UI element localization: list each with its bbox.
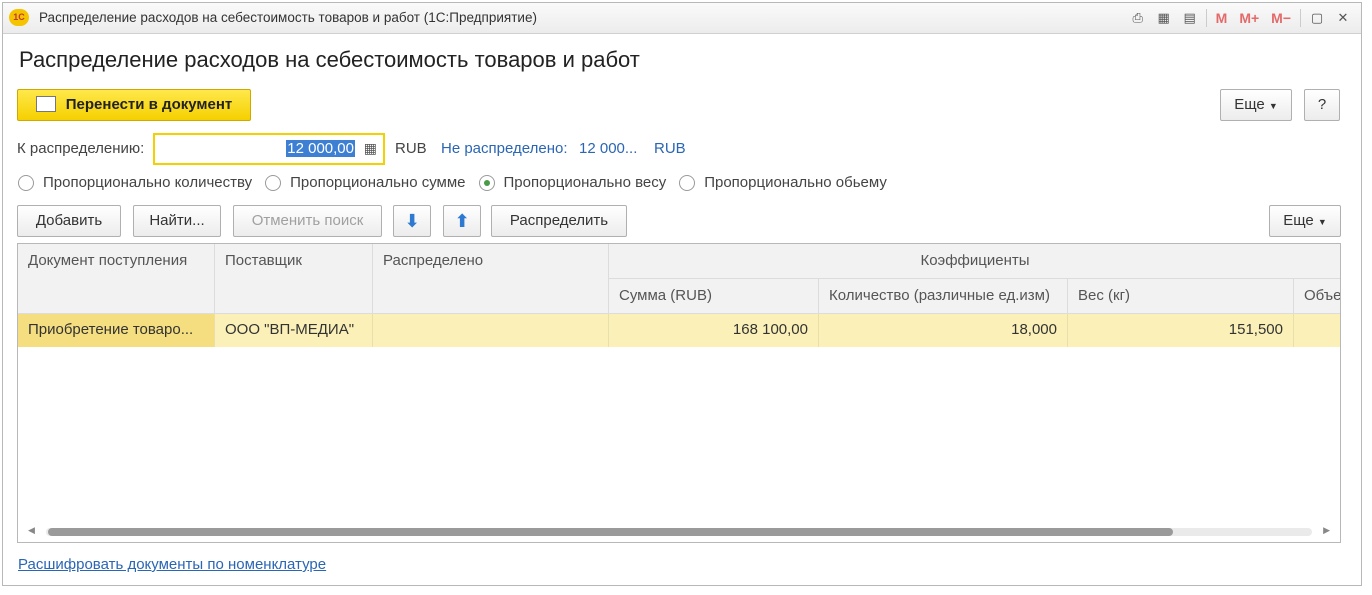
radio-by-weight[interactable]: Пропорционально весу [478,174,667,191]
memory-plus-button[interactable]: M+ [1236,8,1262,28]
memory-minus-button[interactable]: M− [1268,8,1294,28]
calculator-icon[interactable]: ▦ [364,140,377,157]
find-button[interactable]: Найти... [133,205,221,237]
close-icon[interactable]: ✕ [1333,8,1353,28]
separator [1300,9,1301,27]
amount-value: 12 000,00 [286,140,355,157]
cell-volume[interactable] [1294,314,1340,347]
1c-logo-icon: 1С [9,9,29,26]
maximize-icon[interactable]: ▢ [1307,8,1327,28]
radio-circle [679,174,696,191]
header-volume[interactable]: Объе [1294,279,1340,314]
radio-by-sum[interactable]: Пропорционально сумме [265,174,466,191]
header-weight[interactable]: Вес (кг) [1068,279,1294,314]
page-title: Распределение расходов на себестоимость … [19,47,640,72]
transfer-to-document-button[interactable]: Перенести в документ [17,89,251,121]
transfer-button-label: Перенести в документ [65,96,233,113]
header-supplier[interactable]: Поставщик [215,244,373,314]
arrow-down-icon: ⬇ [404,211,420,231]
radio-by-quantity[interactable]: Пропорционально количеству [18,174,252,191]
amount-currency: RUB [395,140,427,157]
scrollbar-thumb[interactable] [48,528,1173,536]
horizontal-scrollbar[interactable]: ◀ ▶ [28,525,1330,536]
table-row[interactable]: Приобретение товаро... ООО "ВП-МЕДИА" 16… [18,314,1340,347]
cell-weight[interactable]: 151,500 [1068,314,1294,347]
separator [1205,9,1207,27]
undistributed-currency: RUB [654,140,686,157]
print-icon[interactable]: ⎙ [1128,8,1148,28]
radio-label: Пропорционально обьему [704,174,887,191]
header-document[interactable]: Документ поступления [18,244,215,314]
dropdown-arrow-icon: ▼ [1268,101,1278,111]
more-button[interactable]: Еще ▼ [1220,89,1292,121]
radio-circle-selected [478,174,495,191]
form-window: 1С Распределение расходов на себестоимос… [2,2,1362,586]
add-button[interactable]: Добавить [17,205,121,237]
memory-m-button[interactable]: M [1213,8,1231,28]
radio-label: Пропорционально сумме [290,174,466,191]
move-down-button[interactable]: ⬇ [393,205,431,237]
distribution-table: Документ поступления Поставщик Распредел… [17,243,1341,543]
cell-supplier[interactable]: ООО "ВП-МЕДИА" [215,314,373,347]
window-title: Распределение расходов на себестоимость … [39,10,537,25]
title-bar-tools: ⎙ ▦ ▤ M M+ M− ▢ ✕ [1128,8,1353,28]
arrow-up-icon: ⬆ [454,211,470,231]
cell-quantity[interactable]: 18,000 [819,314,1068,347]
undistributed-value: 12 000... [579,140,638,157]
more-button-label: Еще [1234,96,1265,113]
radio-label: Пропорционально количеству [43,174,253,191]
title-bar: 1С Распределение расходов на себестоимос… [3,3,1361,34]
amount-label: К распределению: [17,140,145,157]
amount-input[interactable]: 12 000,00 ▦ [153,133,385,165]
decode-documents-link[interactable]: Расшифровать документы по номенклатуре [18,556,326,573]
undistributed-label: Не распределено: [441,140,568,157]
calendar-icon[interactable]: ▤ [1180,8,1200,28]
help-button[interactable]: ? [1304,89,1340,121]
radio-by-volume[interactable]: Пропорционально обьему [679,174,887,191]
cell-document[interactable]: Приобретение товаро... [18,314,215,347]
header-quantity[interactable]: Количество (различные ед.изм) [819,279,1068,314]
table-more-label: Еще [1283,212,1314,229]
radio-label: Пропорционально весу [503,174,667,191]
scroll-right-icon[interactable]: ▶ [1323,525,1330,536]
header-distributed[interactable]: Распределено [373,244,609,314]
table-more-button[interactable]: Еще ▼ [1269,205,1341,237]
spreadsheet-icon[interactable]: ▦ [1154,8,1174,28]
cell-distributed[interactable] [373,314,609,347]
header-coefficients: Коэффициенты [609,244,1340,279]
header-sum[interactable]: Сумма (RUB) [609,279,819,314]
move-up-button[interactable]: ⬆ [443,205,481,237]
cell-sum[interactable]: 168 100,00 [609,314,819,347]
radio-circle [265,174,282,191]
distribute-button[interactable]: Распределить [491,205,627,237]
distribution-method-group: Пропорционально количеству Пропорциональ… [18,174,900,191]
scroll-left-icon[interactable]: ◀ [28,525,35,536]
cancel-search-button[interactable]: Отменить поиск [233,205,382,237]
radio-circle [18,174,34,191]
dropdown-arrow-icon: ▼ [1317,217,1327,227]
document-transfer-icon [35,96,56,113]
